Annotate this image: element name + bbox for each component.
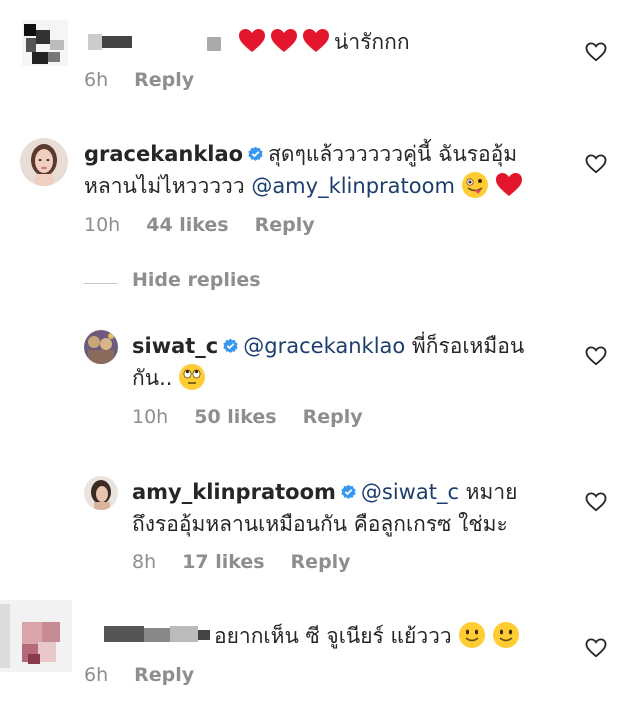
heart-outline-icon[interactable]: [585, 154, 607, 174]
comment-text-line2: ถึงรออุ้มหลานเหมือนกัน คือลูกเกรซ ใช่มะ: [132, 508, 508, 540]
username-blurred[interactable]: [88, 34, 132, 50]
likes-count[interactable]: 50 likes: [194, 406, 276, 428]
username[interactable]: amy_klinpratoom: [132, 480, 336, 504]
avatar[interactable]: [84, 330, 118, 364]
comment-meta: 10h 44 likes Reply: [84, 214, 341, 236]
comment-meta: 6h Reply: [84, 664, 220, 686]
avatar-blurred[interactable]: [0, 600, 72, 672]
reply-button[interactable]: Reply: [134, 664, 194, 686]
heart-outline-icon[interactable]: [585, 346, 607, 366]
reply-button[interactable]: Reply: [291, 551, 351, 573]
verified-badge-icon: [248, 146, 263, 161]
avatar-blurred[interactable]: [22, 20, 68, 66]
comment-body-cont: หลานไม่ไหววววว: [84, 174, 252, 198]
red-heart-emoji: [271, 29, 297, 52]
username[interactable]: gracekanklao: [84, 142, 243, 166]
red-heart-emoji: [239, 29, 265, 52]
comment-meta: 10h 50 likes Reply: [132, 406, 389, 428]
comment-body: สุดๆแล้ววววววคู่นี้ ฉันรออุ้ม: [268, 142, 518, 166]
comment-time: 10h: [84, 214, 121, 236]
reply-button[interactable]: Reply: [303, 406, 363, 428]
hide-replies-divider: [84, 283, 118, 284]
hide-replies-button[interactable]: Hide replies: [132, 269, 261, 291]
avatar[interactable]: [20, 138, 68, 186]
reply-button[interactable]: Reply: [255, 214, 315, 236]
heart-outline-icon[interactable]: [585, 492, 607, 512]
comment-text-line2: หลานไม่ไหววววว @amy_klinpratoom: [84, 170, 523, 202]
mention-link[interactable]: @gracekanklao: [243, 334, 405, 358]
comment-text: amy_klinpratoom @siwat_c หมาย: [132, 476, 517, 508]
heart-outline-icon[interactable]: [585, 638, 607, 658]
comment-time: 10h: [132, 406, 169, 428]
username[interactable]: siwat_c: [132, 334, 218, 358]
comment-time: 8h: [132, 551, 157, 573]
mention-link[interactable]: @amy_klinpratoom: [251, 174, 455, 198]
comment-meta: 8h 17 likes Reply: [132, 551, 377, 573]
verified-badge-icon: [223, 338, 238, 353]
comment-body-cont: ถึงรออุ้มหลานเหมือนกัน คือลูกเกรซ ใช่มะ: [132, 512, 508, 536]
comment-text: น่ารักกก: [238, 26, 410, 58]
comment-text: siwat_c @gracekanklao พี่ก็รอเหมือน: [132, 330, 524, 362]
comment-text-line2: กัน..: [132, 362, 206, 394]
username-blurred-2: [207, 36, 221, 51]
comment-text: gracekanklao สุดๆแล้ววววววคู่นี้ ฉันรออุ้…: [84, 138, 517, 170]
avatar[interactable]: [84, 476, 118, 510]
comment-meta: 6h Reply: [84, 69, 220, 91]
red-heart-emoji: [495, 173, 522, 196]
comment-body: น่ารักกก: [334, 30, 410, 54]
reply-button[interactable]: Reply: [134, 69, 194, 91]
red-heart-emoji: [303, 29, 329, 52]
slightly-smiling-face-emoji: [458, 622, 485, 648]
verified-badge-icon: [341, 484, 356, 499]
comment-time: 6h: [84, 69, 109, 91]
likes-count[interactable]: 17 likes: [182, 551, 264, 573]
likes-count[interactable]: 44 likes: [146, 214, 228, 236]
zany-face-emoji: [461, 172, 488, 198]
username-blurred[interactable]: [104, 626, 210, 642]
heart-outline-icon[interactable]: [585, 42, 607, 62]
comment-body: อยากเห็น ซี จูเนียร์ แย้ววว: [214, 624, 452, 648]
comment-body: พี่ก็รอเหมือน: [405, 334, 525, 358]
slightly-smiling-face-emoji: [492, 622, 519, 648]
mention-link[interactable]: @siwat_c: [361, 480, 459, 504]
comment-time: 6h: [84, 664, 109, 686]
eye-roll-emoji: [179, 364, 206, 390]
comment-body: หมาย: [459, 480, 518, 504]
comment-text: อยากเห็น ซี จูเนียร์ แย้ววว: [214, 620, 520, 652]
comment-body-cont: กัน..: [132, 366, 173, 390]
